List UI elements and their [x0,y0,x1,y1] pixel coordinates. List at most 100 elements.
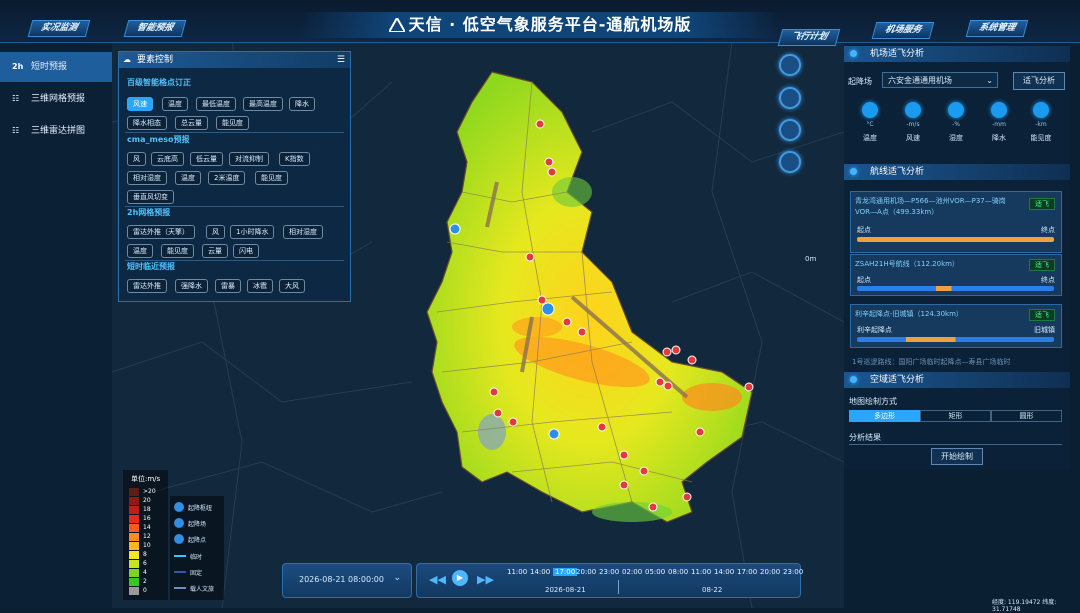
coordinates-readout: 经度: 119.19472 纬度: 31.71748 [992,599,1057,613]
mode-circle[interactable]: 圆形 [991,410,1062,422]
time-tick[interactable]: 11:00 [507,568,527,576]
menu-icon[interactable]: ☰ [337,52,345,68]
chip[interactable]: 雷达外推 [127,279,167,293]
chip[interactable]: 最高温度 [243,97,283,111]
legend-value: 18 [143,506,151,513]
tab-smart-forecast[interactable]: 智能预报 [123,20,187,37]
metric-unit: °C [866,121,874,128]
nav-3d-radar-mosaic[interactable]: ☷ 三维雷达拼图 [0,116,112,146]
mode-rectangle[interactable]: 矩形 [920,410,991,422]
airport-select[interactable]: 六安金通通用机场 ⌄ [882,72,998,88]
time-tick[interactable]: 05:00 [645,568,665,576]
time-tick[interactable]: 14:00 [530,568,550,576]
legend-value: 10 [143,542,151,549]
chip[interactable]: 闪电 [233,244,259,258]
route-card[interactable]: 利辛起降点-旧城镇（124.30km） 适飞 利辛起降点 旧城镇 [850,304,1062,348]
legend-swatch [129,551,139,559]
grid-icon: ☷ [12,94,20,103]
legend-swatch [129,497,139,505]
tab-airport-service[interactable]: 机场服务 [871,22,935,39]
chip[interactable]: 低云量 [190,152,223,166]
legend-swatch [129,533,139,541]
route-card[interactable]: ZSAH21H号航线（112.20km） 适飞 起点 终点 [850,254,1062,296]
chip[interactable]: 相对湿度 [127,171,167,185]
tab-system-management[interactable]: 系统管理 [965,20,1029,37]
chip[interactable]: 风 [127,152,146,166]
tab-live-monitoring[interactable]: 实况监测 [27,20,91,37]
tab-flight-plan[interactable]: 飞行计划 [777,29,841,46]
section-title: cma_meso预报 [127,135,190,144]
divider [125,132,344,133]
time-tick[interactable]: 14:00 [714,568,734,576]
chip-wind-speed[interactable]: 风速 [127,97,153,111]
chip[interactable]: 温度 [162,97,188,111]
chip[interactable]: 降水相态 [127,116,167,130]
chip[interactable]: 2米温度 [208,171,246,185]
chip[interactable]: 能见度 [255,171,288,185]
nav-3d-grid-forecast[interactable]: ☷ 三维网格预报 [0,84,112,114]
chip[interactable]: 1小时降水 [230,225,275,239]
timeline[interactable]: ◀◀ ▶ ▶▶ 11:00 14:00 17:00 20:00 23:00 02:00 05… [416,563,803,598]
chip[interactable]: 相对湿度 [283,225,323,239]
legend-value: 16 [143,515,151,522]
chip[interactable]: 垂直风切变 [127,190,174,204]
fixed-line-icon [174,571,186,573]
metric-unit: -km [1035,121,1047,128]
time-tick[interactable]: 17:00 [553,568,578,576]
fast-forward-icon[interactable]: ▶▶ [477,573,494,586]
chevron-down-icon: ⌄ [393,573,401,583]
mail-tool-icon[interactable] [779,151,801,173]
time-tick[interactable]: 23:00 [599,568,619,576]
route-name: 利辛起降点-旧城镇（124.30km） [855,310,963,318]
nav-label: 三维雷达拼图 [31,126,86,136]
time-tick[interactable]: 11:00 [691,568,711,576]
globe-tool-icon[interactable] [779,119,801,141]
chip[interactable]: 冰雹 [247,279,273,293]
chip[interactable]: 强降水 [175,279,208,293]
rewind-icon[interactable]: ◀◀ [429,573,446,586]
chip[interactable]: 总云量 [175,116,208,130]
legend-label: 载人文旅 [190,586,215,593]
home-tool-icon[interactable] [779,87,801,109]
cloud-icon: ☁ [123,55,131,64]
airspace-panel-header: 空域适飞分析 [844,372,1070,388]
chip[interactable]: 对流抑制 [229,152,269,166]
chip[interactable]: 大风 [279,279,305,293]
layers-tool-icon[interactable] [779,54,801,76]
legend-swatch [129,524,139,532]
chip[interactable]: 云量 [202,244,228,258]
time-tick[interactable]: 17:00 [737,568,757,576]
chip[interactable]: 温度 [175,171,201,185]
rain-icon [991,102,1007,118]
route-card[interactable]: 青龙湾通用机场—P566—池州VOR—P37—骑岗VOR—A点（499.33km… [850,191,1062,253]
chip[interactable]: 雷达外推（天擎） [127,225,195,239]
route-more[interactable]: 1号巡逻路线：国阳广场临时起降点—寿县广场临时 [852,357,1057,367]
chip[interactable]: K指数 [279,152,310,166]
chip[interactable]: 温度 [127,244,153,258]
result-label: 分析结果 [849,433,881,442]
status-badge: 适飞 [1029,309,1055,321]
legend-value: 6 [143,560,147,567]
chip[interactable]: 云底高 [151,152,184,166]
airport-panel-header: 机场适飞分析 [844,46,1070,62]
time-tick[interactable]: 23:00 [783,568,803,576]
mode-polygon[interactable]: 多边形 [849,410,920,422]
chip[interactable]: 最低温度 [196,97,236,111]
start-draw-button[interactable]: 开始绘制 [931,448,983,465]
date-selector[interactable]: 2026-08-21 08:00:00 ⌄ [282,563,412,598]
bullet-icon [850,376,857,383]
chip[interactable]: 雷暴 [215,279,241,293]
chip[interactable]: 降水 [289,97,315,111]
humidity-icon [948,102,964,118]
play-icon[interactable]: ▶ [452,570,468,586]
time-tick[interactable]: 20:00 [576,568,596,576]
chip[interactable]: 能见度 [216,116,249,130]
chip[interactable]: 能见度 [161,244,194,258]
chip[interactable]: 风 [206,225,225,239]
time-tick[interactable]: 20:00 [760,568,780,576]
airport-analysis-button[interactable]: 适飞分析 [1013,72,1065,90]
time-tick[interactable]: 02:00 [622,568,642,576]
metric-unit: -m/s [906,121,920,128]
time-tick[interactable]: 08:00 [668,568,688,576]
nav-short-term-forecast[interactable]: 2h 短时预报 [0,52,112,82]
